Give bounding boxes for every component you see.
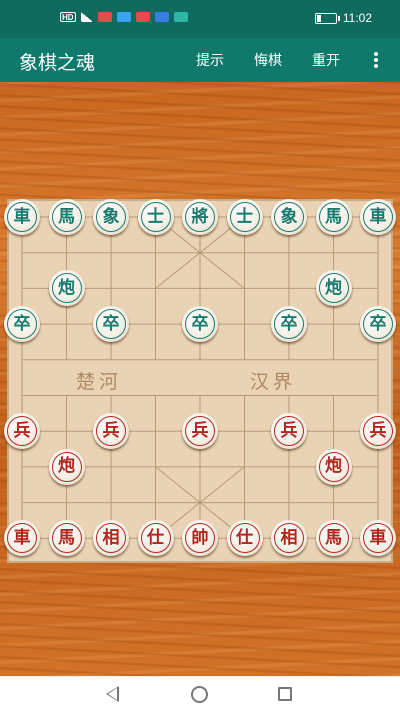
- piece-label: 馬: [325, 206, 342, 227]
- piece-green[interactable]: 馬: [48, 199, 85, 235]
- app-bar: 象棋之魂 提示 悔棋 重开: [0, 38, 400, 82]
- piece-label: 車: [13, 527, 31, 548]
- piece-label: 仕: [236, 527, 253, 548]
- piece-label: 炮: [325, 277, 342, 298]
- piece-label: 士: [147, 206, 164, 227]
- back-triangle-icon[interactable]: [106, 686, 119, 702]
- piece-green[interactable]: 士: [226, 199, 263, 235]
- battery-icon: [314, 12, 340, 24]
- home-circle-icon[interactable]: [191, 686, 208, 703]
- river-text-left: 楚河: [76, 371, 123, 393]
- piece-red[interactable]: 兵: [4, 413, 40, 450]
- piece-label: 卒: [369, 313, 387, 334]
- piece-green[interactable]: 馬: [315, 199, 352, 235]
- piece-label: 象: [280, 206, 298, 227]
- piece-label: 兵: [280, 420, 298, 441]
- piece-green[interactable]: 炮: [315, 270, 352, 307]
- piece-green[interactable]: 卒: [182, 306, 218, 343]
- piece-label: 卒: [191, 313, 209, 334]
- piece-label: 車: [369, 206, 387, 227]
- piece-red[interactable]: 兵: [93, 413, 129, 450]
- piece-label: 象: [102, 206, 120, 227]
- notification-cloud-icon: [116, 12, 131, 22]
- system-nav-bar: [0, 676, 400, 711]
- piece-red[interactable]: 馬: [315, 520, 352, 557]
- piece-label: 兵: [102, 420, 120, 441]
- piece-red[interactable]: 炮: [315, 448, 352, 485]
- piece-label: 帥: [191, 527, 209, 548]
- piece-red[interactable]: 炮: [48, 448, 85, 485]
- piece-green[interactable]: 象: [271, 199, 307, 235]
- piece-label: 相: [280, 527, 298, 548]
- piece-red[interactable]: 兵: [271, 413, 307, 450]
- piece-label: 車: [369, 527, 387, 548]
- notification-app-icon: [97, 12, 112, 22]
- piece-red[interactable]: 仕: [226, 520, 263, 557]
- status-icons-left: HD: [60, 12, 188, 22]
- piece-label: 士: [236, 206, 253, 227]
- battery-fill: [316, 14, 322, 22]
- chess-board[interactable]: [0, 82, 400, 676]
- piece-label: 炮: [58, 456, 75, 477]
- piece-green[interactable]: 卒: [271, 306, 307, 343]
- status-icons-right: 11:02: [314, 11, 372, 25]
- hint-button[interactable]: 提示: [196, 50, 224, 70]
- more-vert-icon[interactable]: [366, 49, 386, 71]
- piece-green[interactable]: 象: [93, 199, 129, 235]
- piece-label: 車: [13, 206, 31, 227]
- piece-label: 兵: [191, 420, 209, 441]
- piece-label: 相: [102, 527, 120, 548]
- piece-red[interactable]: 兵: [360, 413, 396, 450]
- piece-label: 馬: [325, 527, 342, 548]
- piece-red[interactable]: 馬: [48, 520, 85, 557]
- clock: 11:02: [342, 11, 372, 25]
- piece-label: 仕: [147, 527, 164, 548]
- piece-label: 炮: [325, 456, 342, 477]
- piece-green[interactable]: 卒: [360, 306, 396, 343]
- piece-green[interactable]: 將: [182, 199, 218, 235]
- restart-button[interactable]: 重开: [312, 50, 340, 70]
- notification-chat-icon: [154, 12, 169, 22]
- piece-label: 將: [191, 206, 209, 227]
- piece-label: 炮: [58, 277, 75, 298]
- piece-red[interactable]: 兵: [182, 413, 218, 450]
- piece-label: 兵: [13, 420, 31, 441]
- piece-label: 卒: [102, 313, 120, 334]
- piece-green[interactable]: 車: [360, 199, 396, 235]
- notification-mail-icon: [135, 12, 150, 22]
- piece-green[interactable]: 炮: [48, 270, 85, 307]
- signal-icon: [80, 12, 93, 22]
- recent-square-icon[interactable]: [278, 687, 292, 701]
- piece-label: 馬: [58, 527, 75, 548]
- app-title: 象棋之魂: [19, 52, 96, 74]
- hd-network-icon: HD: [60, 12, 76, 22]
- piece-label: 卒: [13, 313, 31, 334]
- notification-app-icon: [173, 12, 188, 22]
- status-bar: HD 11:02: [0, 0, 400, 38]
- piece-label: 卒: [280, 313, 298, 334]
- piece-label: 兵: [369, 420, 387, 441]
- piece-label: 馬: [58, 206, 75, 227]
- piece-green[interactable]: 士: [137, 199, 174, 235]
- piece-green[interactable]: 卒: [4, 306, 40, 343]
- piece-green[interactable]: 車: [4, 199, 40, 235]
- piece-green[interactable]: 卒: [93, 306, 129, 343]
- piece-red[interactable]: 仕: [137, 520, 174, 557]
- undo-button[interactable]: 悔棋: [254, 50, 282, 70]
- river-text-right: 汉界: [250, 371, 297, 393]
